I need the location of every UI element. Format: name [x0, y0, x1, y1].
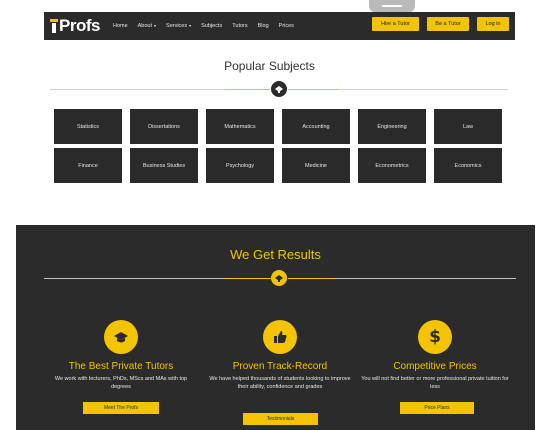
- results-divider-accent-right: [288, 278, 333, 279]
- results-section: We Get Results The Best Private Tutors W…: [16, 225, 535, 430]
- nav-item-label: Home: [112, 23, 128, 29]
- logo[interactable]: Profs: [50, 16, 100, 36]
- feature-best-tutors: The Best Private Tutors We work with lec…: [46, 320, 196, 391]
- nav-item-label: Tutors: [232, 23, 248, 29]
- nav-item-subjects[interactable]: Subjects: [201, 23, 222, 29]
- feature-description: We work with lecturers, PhDs, MScs and M…: [54, 376, 188, 390]
- chevron-down-icon: ▾: [189, 23, 192, 28]
- subject-tile-law[interactable]: Law: [434, 109, 502, 144]
- logo-mark-icon: [50, 19, 58, 33]
- main-navbar: Profs Home About ▾ Services ▾ Subjects Tut…: [44, 12, 515, 40]
- feature-title: Proven Track-Record: [232, 361, 328, 372]
- feature-description: We have helped thousands of students loo…: [209, 376, 351, 390]
- subject-tile-econometrics[interactable]: Econometrics: [358, 148, 426, 183]
- results-divider-right: [333, 278, 516, 279]
- nav-item-blog[interactable]: Blog: [258, 23, 269, 29]
- divider-accent-left: [225, 89, 270, 90]
- results-divider-accent-left: [226, 278, 271, 279]
- testimonials-button[interactable]: Testimonials: [243, 413, 318, 425]
- dollar-icon: $: [418, 320, 452, 354]
- subject-tile-engineering[interactable]: Engineering: [358, 109, 426, 144]
- subjects-grid: Statistics Dissertations Mathematics Acc…: [54, 109, 504, 183]
- price-plans-button[interactable]: Price Plans: [400, 402, 474, 414]
- graduation-cap-icon: [271, 270, 287, 286]
- feature-competitive-prices: $ Competitive Prices You will not find b…: [360, 320, 510, 391]
- graduation-cap-icon: [104, 320, 138, 354]
- subject-tile-accounting[interactable]: Accounting: [282, 109, 350, 144]
- nav-item-services[interactable]: Services ▾: [166, 23, 191, 29]
- nav-item-about[interactable]: About ▾: [138, 23, 156, 29]
- nav-item-label: Prices: [278, 23, 294, 29]
- subject-tile-finance[interactable]: Finance: [54, 148, 122, 183]
- feature-title: The Best Private Tutors: [68, 361, 174, 372]
- popular-subjects-title: Popular Subjects: [224, 59, 315, 73]
- handle-bar: [382, 5, 402, 7]
- feature-track-record: Proven Track-Record We have helped thous…: [205, 320, 355, 391]
- divider-accent-right: [288, 89, 338, 90]
- subject-tile-business-studies[interactable]: Business Studies: [130, 148, 198, 183]
- logo-text: Profs: [59, 16, 100, 35]
- hire-tutor-button[interactable]: Hire a Tutor: [372, 17, 419, 31]
- feature-description: You will not find better or more profess…: [361, 376, 509, 390]
- be-tutor-button[interactable]: Be a Tutor: [427, 17, 469, 31]
- feature-title: Competitive Prices: [393, 361, 477, 372]
- subject-tile-mathematics[interactable]: Mathematics: [206, 109, 274, 144]
- nav-item-tutors[interactable]: Tutors: [232, 23, 247, 29]
- subject-tile-dissertations[interactable]: Dissertations: [130, 109, 198, 144]
- nav-links: Home About ▾ Services ▾ Subjects Tutors Bl…: [108, 23, 299, 29]
- nav-item-label: Blog: [257, 23, 269, 29]
- meet-the-profs-button[interactable]: Meet The Profs: [83, 402, 159, 414]
- graduation-cap-icon: [271, 81, 287, 97]
- window-handle[interactable]: [369, 0, 415, 12]
- results-title: We Get Results: [230, 247, 321, 262]
- nav-item-label: Subjects: [201, 23, 223, 29]
- subject-tile-psychology[interactable]: Psychology: [206, 148, 274, 183]
- chevron-down-icon: ▾: [154, 23, 157, 28]
- subject-tile-economics[interactable]: Economics: [434, 148, 502, 183]
- thumbs-up-icon: [263, 320, 297, 354]
- subject-tile-medicine[interactable]: Medicine: [282, 148, 350, 183]
- login-button[interactable]: Log in: [477, 17, 509, 31]
- nav-item-home[interactable]: Home: [113, 23, 128, 29]
- divider-line-right: [338, 89, 508, 90]
- nav-item-label: About: [137, 23, 153, 29]
- nav-item-label: Services: [166, 23, 188, 29]
- subject-tile-statistics[interactable]: Statistics: [54, 109, 122, 144]
- nav-item-prices[interactable]: Prices: [279, 23, 294, 29]
